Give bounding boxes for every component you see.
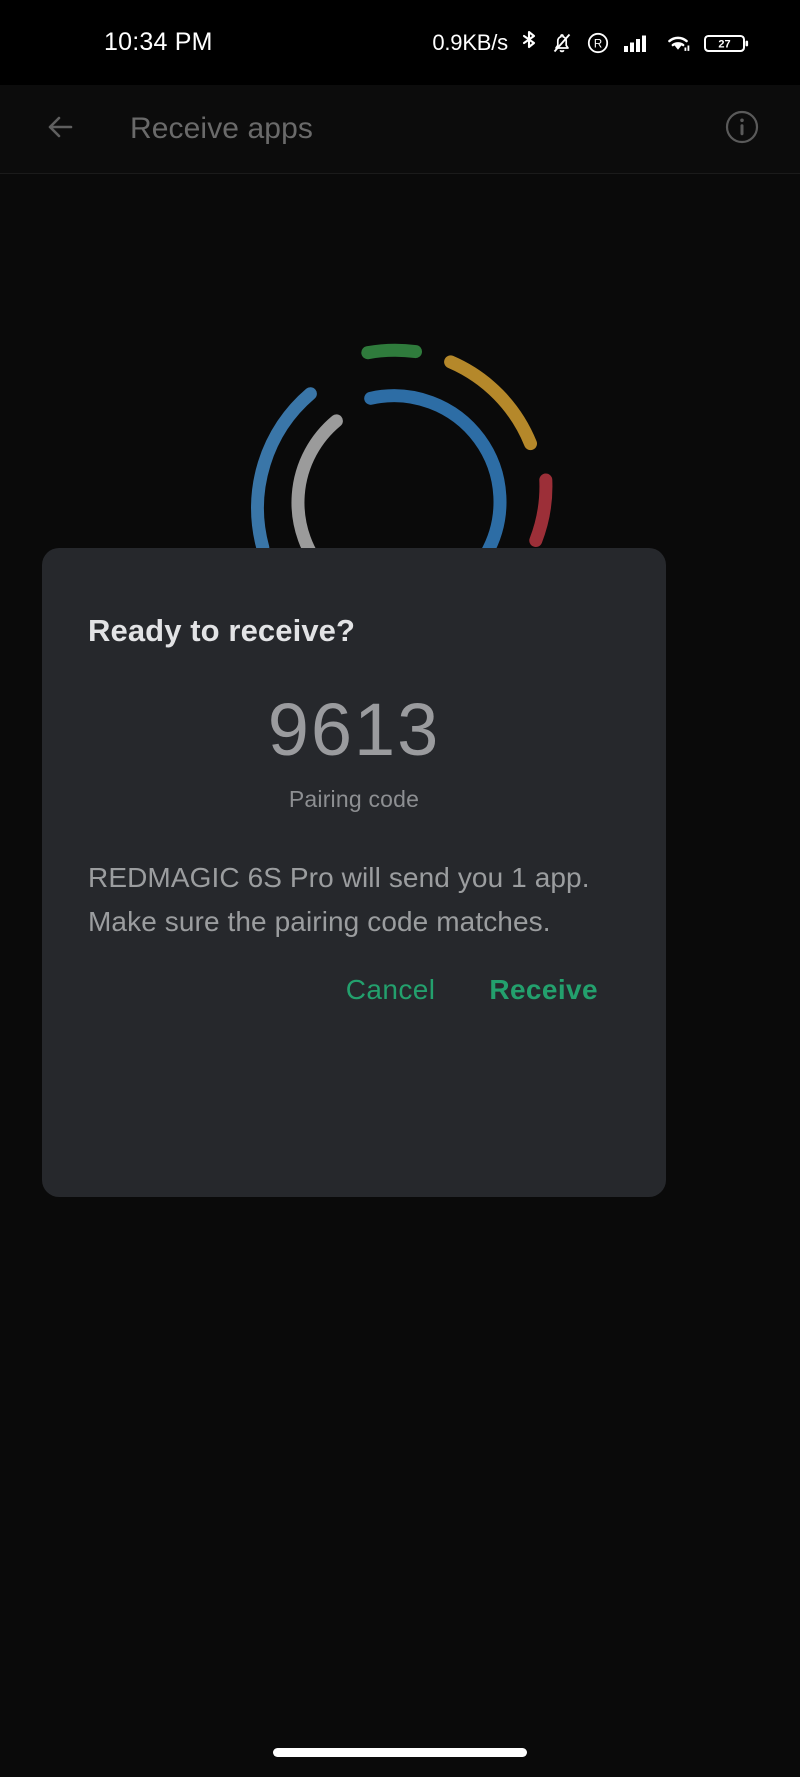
pairing-code-block: 9613 Pairing code bbox=[88, 693, 620, 813]
arrow-back-icon bbox=[39, 106, 81, 153]
cellular-signal-icon bbox=[622, 29, 652, 57]
spinner-outer-red-arc bbox=[529, 473, 553, 547]
r-badge-icon: R bbox=[585, 29, 611, 57]
back-button[interactable] bbox=[34, 103, 86, 155]
battery-level-text: 27 bbox=[718, 38, 730, 50]
wifi-icon bbox=[663, 29, 693, 57]
dialog-title: Ready to receive? bbox=[88, 613, 356, 648]
home-gesture-pill[interactable] bbox=[273, 1748, 527, 1757]
pairing-dialog: Ready to receive? 9613 Pairing code REDM… bbox=[42, 548, 666, 1197]
dialog-message-line-1: REDMAGIC 6S Pro will send you 1 app. bbox=[88, 862, 590, 893]
battery-icon: 27 bbox=[704, 29, 750, 57]
app-bar: Receive apps bbox=[0, 85, 800, 174]
bluetooth-icon bbox=[519, 29, 539, 57]
network-speed-label: 0.9KB/s bbox=[432, 29, 508, 55]
info-button[interactable] bbox=[718, 105, 766, 153]
receive-button[interactable]: Receive bbox=[467, 958, 620, 1022]
dialog-actions: Cancel Receive bbox=[88, 958, 620, 1022]
spinner-inner-blue-arc bbox=[364, 389, 507, 562]
status-bar-icons: 0.9KB/s R 27 bbox=[432, 29, 772, 57]
notifications-muted-icon bbox=[550, 29, 574, 57]
svg-text:R: R bbox=[594, 38, 602, 50]
status-bar-clock: 10:34 PM bbox=[104, 28, 213, 56]
spinner-outer-amber-arc bbox=[444, 355, 537, 451]
pairing-code-value: 9613 bbox=[267, 688, 441, 771]
pairing-code-label: Pairing code bbox=[288, 786, 420, 812]
status-bar: 10:34 PM 0.9KB/s R 27 bbox=[0, 0, 800, 85]
spinner-outer-green-arc bbox=[361, 343, 422, 360]
phone-screen: 10:34 PM 0.9KB/s R 27 Receive apps Ready… bbox=[0, 0, 800, 1777]
info-circle-icon bbox=[721, 106, 763, 153]
dialog-message-line-2: Make sure the pairing code matches. bbox=[88, 905, 551, 937]
cancel-button[interactable]: Cancel bbox=[324, 958, 458, 1022]
page-title: Receive apps bbox=[130, 112, 313, 145]
dialog-message: REDMAGIC 6S Pro will send you 1 app. Mak… bbox=[88, 856, 620, 943]
